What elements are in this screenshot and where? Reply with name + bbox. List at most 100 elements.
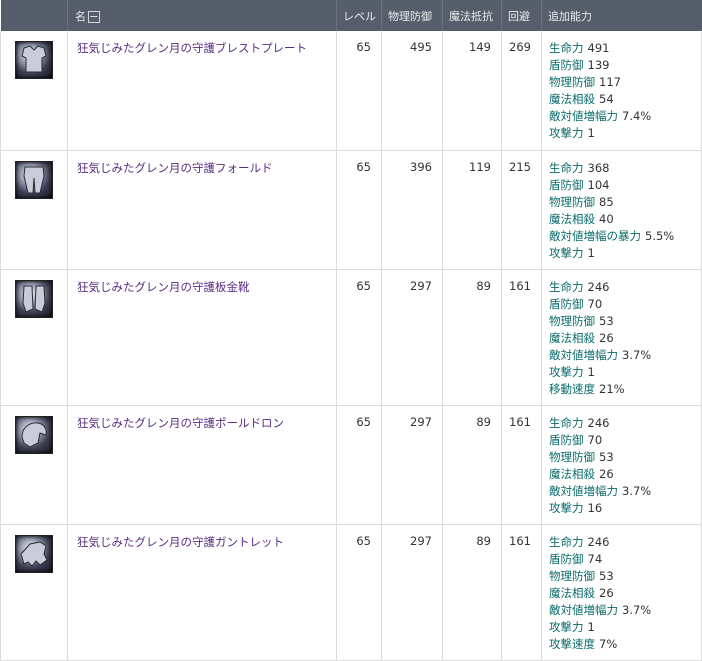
pauldron-icon[interactable] — [15, 415, 53, 454]
table-row[interactable]: 狂気じみたグレン月の守護フォールド 65 396 119 215 生命力 368 盾防御 104… — [0, 150, 702, 270]
bonus-stat: 盾防御 104 — [549, 177, 700, 194]
bonus-stat-value: 26 — [599, 466, 614, 481]
item-icon-cell — [0, 405, 68, 525]
bonus-stat-label: 物理防御 — [549, 568, 595, 583]
item-level: 65 — [336, 524, 382, 661]
bonus-stat: 盾防御 74 — [549, 551, 700, 568]
bonus-stat-value: 70 — [587, 296, 603, 311]
bonus-stat-value: 53 — [599, 313, 614, 328]
breastplate-icon[interactable] — [15, 41, 53, 79]
header-name-label: 名 — [75, 9, 86, 23]
item-physical-defense: 396 — [381, 150, 443, 270]
bonus-stat-label: 盾防御 — [549, 296, 584, 311]
bonus-stat-label: 魔法相殺 — [549, 211, 595, 226]
bonus-stat-value: 74 — [587, 551, 603, 566]
bonus-stat-label: 物理防御 — [549, 313, 595, 328]
item-name[interactable]: 狂気じみたグレン月の守護ブレストプレート — [67, 31, 337, 151]
bonus-stat-label: 生命力 — [549, 279, 584, 294]
bonus-stat: 攻撃力 1 — [549, 245, 700, 262]
bonus-stat: 攻撃力 1 — [549, 364, 700, 381]
header-icon-column — [0, 0, 68, 31]
bonus-stat-label: 攻撃力 — [549, 500, 584, 515]
item-icon-cell — [0, 269, 68, 406]
item-name[interactable]: 狂気じみたグレン月の守護板金靴 — [67, 269, 337, 406]
bonus-stat: 魔法相殺 26 — [549, 466, 700, 483]
table-row[interactable]: 狂気じみたグレン月の守護ガントレット 65 297 89 161 生命力 246 盾防御 74 物… — [0, 524, 702, 661]
bonus-stat-value: 70 — [587, 432, 603, 447]
bonus-stat-label: 敵対値増幅の暴力 — [549, 228, 641, 243]
bonus-stat-value: 1 — [587, 619, 595, 634]
bonus-stat: 物理防御 53 — [549, 449, 700, 466]
item-physical-defense: 495 — [381, 31, 443, 151]
bonus-stat-value: 368 — [587, 160, 610, 175]
bonus-stat-label: 盾防御 — [549, 177, 584, 192]
bonus-stat: 生命力 246 — [549, 534, 700, 551]
header-bonus[interactable]: 追加能力 — [542, 0, 702, 31]
bonus-stat-label: 盾防御 — [549, 432, 584, 447]
table-row[interactable]: 狂気じみたグレン月の守護板金靴 65 297 89 161 生命力 246 盾防御 70 物理防御… — [0, 269, 702, 406]
bonus-stat: 魔法相殺 26 — [549, 585, 700, 602]
item-name[interactable]: 狂気じみたグレン月の守護ガントレット — [67, 524, 337, 661]
item-name[interactable]: 狂気じみたグレン月の守護ポールドロン — [67, 405, 337, 525]
bonus-stat-value: 491 — [587, 41, 610, 55]
bonus-stat-label: 魔法相殺 — [549, 466, 595, 481]
bonus-stat-value: 139 — [587, 58, 610, 72]
header-evasion[interactable]: 回避 — [501, 0, 542, 31]
bonus-stat: 物理防御 117 — [549, 74, 700, 91]
bonus-stat-value: 1 — [587, 364, 595, 379]
bonus-stat: 魔法相殺 40 — [549, 211, 700, 228]
item-magic-resist: 149 — [442, 31, 502, 151]
bonus-stat-label: 魔法相殺 — [549, 92, 595, 106]
header-name[interactable]: 名 − — [67, 0, 337, 31]
bonus-stat: 盾防御 70 — [549, 432, 700, 449]
bonus-stat-value: 246 — [587, 415, 610, 430]
bonus-stat: 物理防御 53 — [549, 568, 700, 585]
bonus-stat: 敵対値増幅の暴力 5.5% — [549, 228, 700, 245]
item-icon-cell — [0, 524, 68, 661]
item-icon-cell — [0, 150, 68, 270]
table-row[interactable]: 狂気じみたグレン月の守護ブレストプレート 65 495 149 269 生命力 491 盾防御… — [0, 31, 702, 151]
header-level[interactable]: レベル — [336, 0, 382, 31]
item-bonus-stats: 生命力 246 盾防御 70 物理防御 53 魔法相殺 26 敵対値増幅力 3.7% 攻撃力 1 移動速… — [541, 269, 702, 406]
item-name[interactable]: 狂気じみたグレン月の守護フォールド — [67, 150, 337, 270]
bonus-stat-value: 26 — [599, 330, 614, 345]
item-magic-resist: 119 — [442, 150, 502, 270]
bonus-stat-label: 生命力 — [549, 41, 584, 55]
item-physical-defense: 297 — [381, 524, 443, 661]
item-icon-cell — [0, 31, 68, 151]
bonus-stat-value: 117 — [599, 75, 621, 89]
leggings-icon[interactable] — [15, 160, 53, 199]
bonus-stat-value: 85 — [599, 194, 614, 209]
gauntlet-icon[interactable] — [15, 534, 53, 573]
bonus-stat-value: 1 — [587, 126, 595, 140]
bonus-stat-value: 1 — [587, 245, 595, 260]
bonus-stat-label: 魔法相殺 — [549, 585, 595, 600]
bonus-stat-value: 53 — [599, 568, 614, 583]
bonus-stat: 攻撃力 1 — [549, 619, 700, 636]
greaves-icon[interactable] — [15, 279, 53, 318]
table-row[interactable]: 狂気じみたグレン月の守護ポールドロン 65 297 89 161 生命力 246 盾防御 70 物… — [0, 405, 702, 525]
bonus-stat: 生命力 491 — [549, 40, 700, 57]
bonus-stat-label: 盾防御 — [549, 58, 584, 72]
bonus-stat-value: 16 — [587, 500, 603, 515]
bonus-stat-value: 7% — [599, 636, 618, 651]
bonus-stat: 敵対値増幅力 3.7% — [549, 347, 700, 364]
bonus-stat-label: 物理防御 — [549, 194, 595, 209]
bonus-stat-label: 攻撃力 — [549, 364, 584, 379]
bonus-stat: 物理防御 53 — [549, 313, 700, 330]
bonus-stat: 魔法相殺 54 — [549, 91, 700, 108]
bonus-stat: 攻撃力 1 — [549, 125, 700, 142]
header-physical-defense[interactable]: 物理防御 — [381, 0, 443, 31]
bonus-stat-value: 246 — [587, 279, 610, 294]
collapse-toggle-icon[interactable]: − — [88, 10, 100, 23]
bonus-stat-label: 魔法相殺 — [549, 330, 595, 345]
bonus-stat-label: 移動速度 — [549, 381, 595, 396]
item-magic-resist: 89 — [442, 269, 502, 406]
item-level: 65 — [336, 269, 382, 406]
header-magic-resist[interactable]: 魔法抵抗 — [442, 0, 502, 31]
bonus-stat-value: 7.4% — [622, 109, 652, 123]
bonus-stat-label: 攻撃力 — [549, 245, 584, 260]
bonus-stat-label: 敵対値増幅力 — [549, 347, 618, 362]
bonus-stat-label: 生命力 — [549, 415, 584, 430]
item-magic-resist: 89 — [442, 524, 502, 661]
